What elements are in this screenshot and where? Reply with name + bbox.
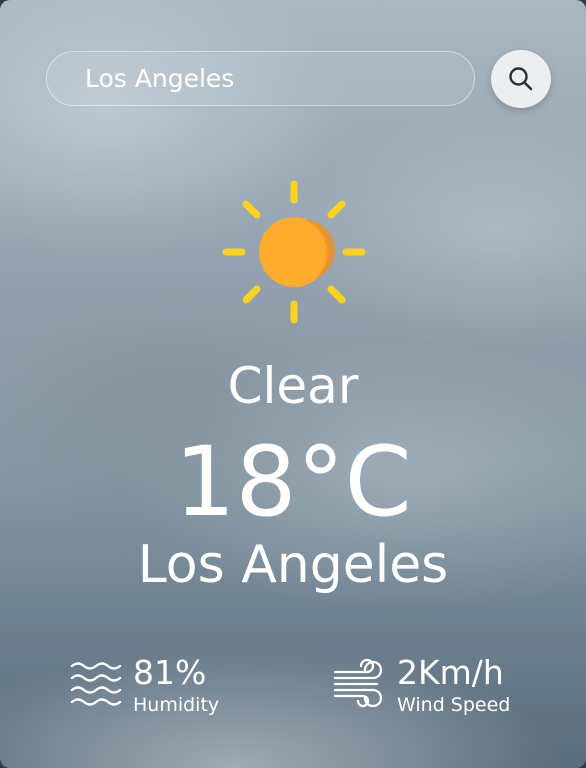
humidity-waves-icon bbox=[70, 662, 122, 706]
humidity-label: Humidity bbox=[133, 694, 220, 716]
temperature: 18°C bbox=[174, 426, 412, 538]
sun-icon bbox=[222, 180, 366, 324]
search-button[interactable] bbox=[491, 50, 551, 108]
city-name: Los Angeles bbox=[137, 535, 449, 595]
weather-card: Clear 18°C Los Angeles 81% Humidity 2Km/… bbox=[0, 0, 586, 768]
search-icon bbox=[509, 67, 533, 91]
humidity-detail: 81% Humidity bbox=[70, 654, 250, 724]
weather-condition: Clear bbox=[227, 357, 359, 415]
wind-icon bbox=[333, 658, 383, 708]
wind-speed-value: 2Km/h bbox=[397, 653, 504, 692]
wind-speed-label: Wind Speed bbox=[397, 694, 511, 716]
humidity-value: 81% bbox=[133, 653, 207, 692]
wind-detail: 2Km/h Wind Speed bbox=[333, 654, 533, 724]
city-search-input[interactable] bbox=[46, 51, 475, 106]
